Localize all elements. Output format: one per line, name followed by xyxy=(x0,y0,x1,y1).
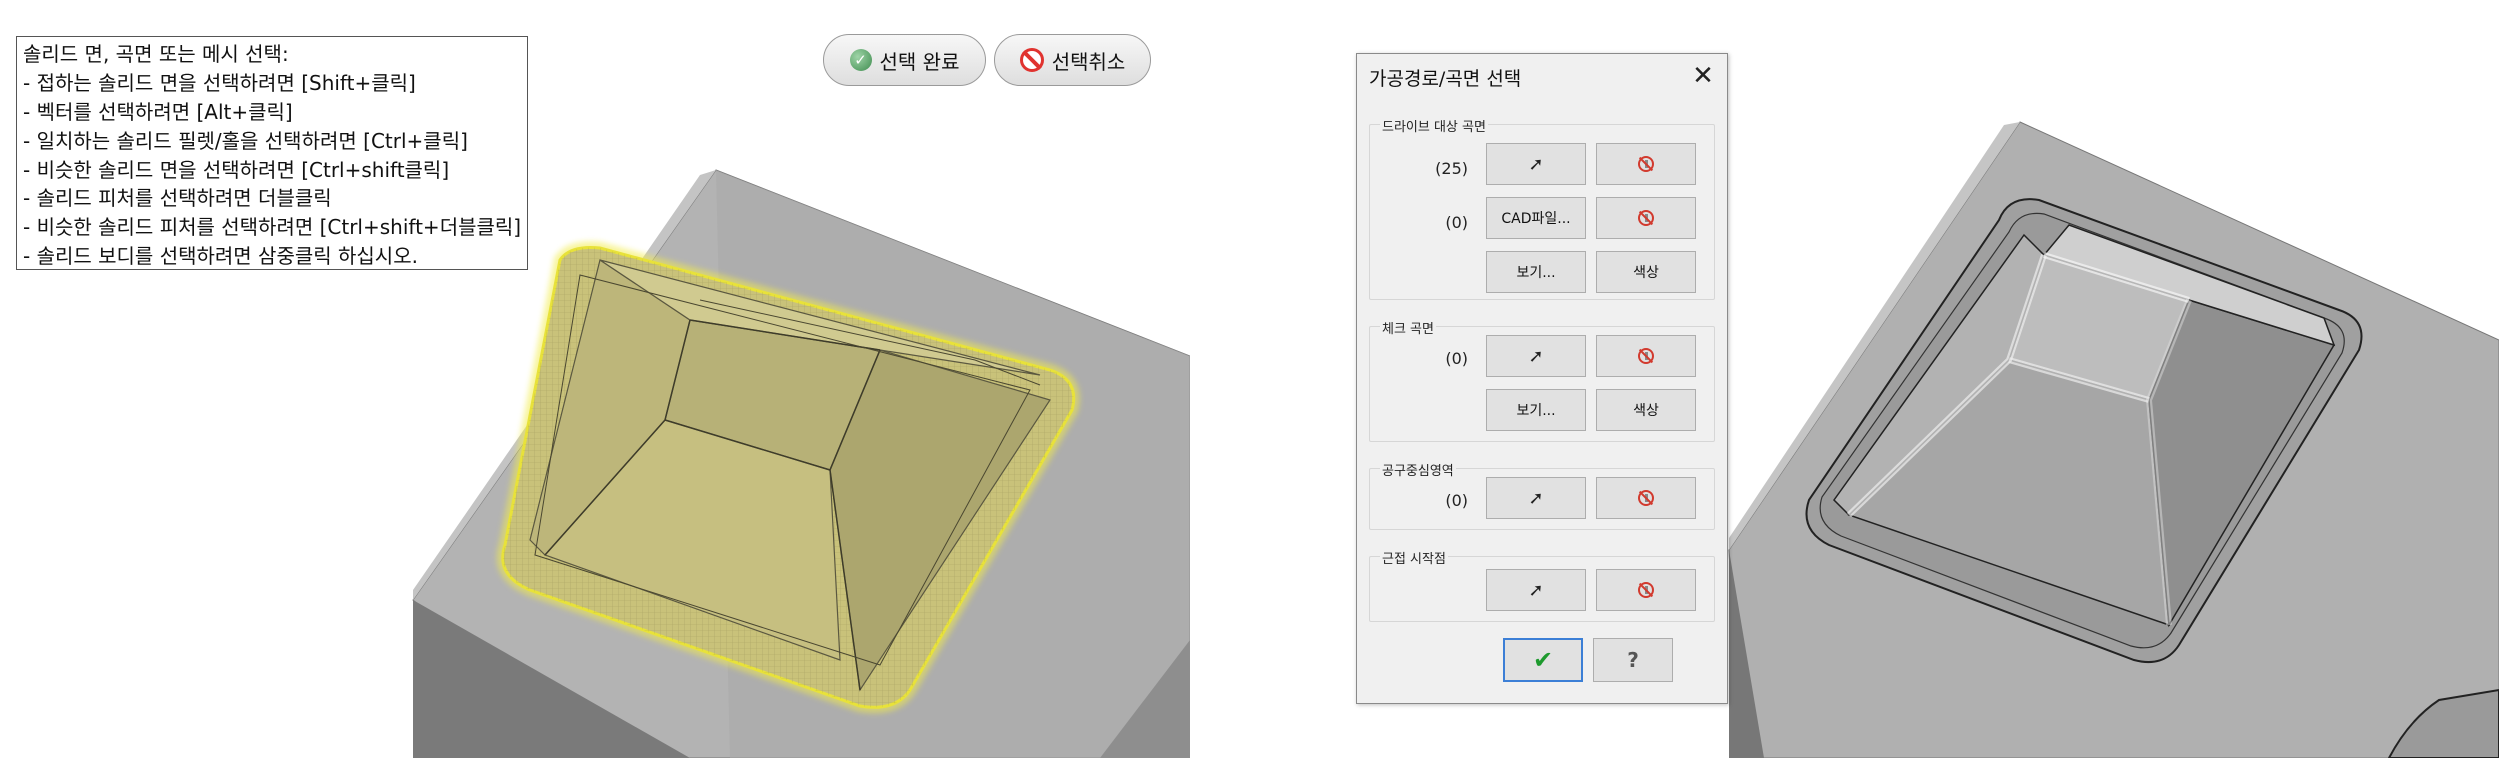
approach-point-label: 근접 시작점 xyxy=(1380,548,1448,567)
check-count: (0) xyxy=(1445,349,1468,368)
instruction-line: - 솔리드 피처를 선택하려면 더블클릭 xyxy=(23,186,332,211)
tool-center-group: 공구중심영역 (0) ➚ xyxy=(1369,460,1715,530)
drive-surfaces-group: 드라이브 대상 곡면 (25) ➚ (0) CAD파일... 보기... 색상 xyxy=(1369,116,1715,300)
no-entry-icon xyxy=(1019,48,1044,72)
check-select-button[interactable]: ➚ xyxy=(1486,335,1586,377)
check-circle-icon: ✓ xyxy=(849,49,872,71)
check-view-label: 보기... xyxy=(1516,403,1556,419)
check-color-label: 색상 xyxy=(1633,403,1659,419)
dialog-title: 가공경로/곡면 선택 xyxy=(1369,68,1522,90)
toolpath-surface-dialog: 가공경로/곡면 선택 ✕ 드라이브 대상 곡면 (25) ➚ (0) CAD파일… xyxy=(1356,53,1728,704)
selection-cancel-label: 선택취소 xyxy=(1051,49,1126,74)
cad-count: (0) xyxy=(1445,213,1468,232)
remove-selection-icon xyxy=(1638,348,1654,364)
cursor-arrow-icon: ➚ xyxy=(1528,487,1544,509)
cursor-arrow-icon: ➚ xyxy=(1528,345,1544,367)
tool-center-select-button[interactable]: ➚ xyxy=(1486,477,1586,519)
tool-center-label: 공구중심영역 xyxy=(1380,460,1456,479)
selection-instructions: 솔리드 면, 곡면 또는 메시 선택: - 접하는 솔리드 면을 선택하려면 [… xyxy=(16,36,528,270)
remove-selection-icon xyxy=(1638,582,1654,598)
cursor-arrow-icon: ➚ xyxy=(1528,153,1544,175)
drive-remove-button[interactable] xyxy=(1596,143,1696,185)
instruction-line: - 솔리드 보디를 선택하려면 삼중클릭 하십시오. xyxy=(23,244,418,269)
selection-done-label: 선택 완료 xyxy=(879,49,960,74)
ok-button[interactable]: ✔ xyxy=(1503,638,1583,682)
tool-center-count: (0) xyxy=(1445,491,1468,510)
approach-remove-button[interactable] xyxy=(1596,569,1696,611)
instruction-line: - 비슷한 솔리드 면을 선택하려면 [Ctrl+shift클릭] xyxy=(23,157,450,182)
instruction-line: - 접하는 솔리드 면을 선택하려면 [Shift+클릭] xyxy=(23,70,416,95)
instruction-line: - 벡터를 선택하려면 [Alt+클릭] xyxy=(23,99,293,124)
cursor-arrow-icon: ➚ xyxy=(1528,579,1544,601)
drive-count: (25) xyxy=(1435,159,1468,178)
drive-view-button[interactable]: 보기... xyxy=(1486,251,1586,293)
cad-file-label: CAD파일... xyxy=(1501,211,1571,227)
drive-color-button[interactable]: 색상 xyxy=(1596,251,1696,293)
close-icon[interactable]: ✕ xyxy=(1687,60,1719,92)
instruction-line: - 일치하는 솔리드 필렛/홀을 선택하려면 [Ctrl+클릭] xyxy=(23,128,468,153)
cad-remove-button[interactable] xyxy=(1596,197,1696,239)
help-button[interactable]: ? xyxy=(1593,638,1673,682)
instruction-line: 솔리드 면, 곡면 또는 메시 선택: xyxy=(23,42,289,66)
drive-select-button[interactable]: ➚ xyxy=(1486,143,1586,185)
check-color-button[interactable]: 색상 xyxy=(1596,389,1696,431)
cad-file-button[interactable]: CAD파일... xyxy=(1486,197,1586,239)
remove-selection-icon xyxy=(1638,156,1654,172)
remove-selection-icon xyxy=(1638,490,1654,506)
help-icon: ? xyxy=(1627,648,1639,672)
drive-view-label: 보기... xyxy=(1516,265,1556,281)
check-remove-button[interactable] xyxy=(1596,335,1696,377)
tool-center-remove-button[interactable] xyxy=(1596,477,1696,519)
remove-selection-icon xyxy=(1638,210,1654,226)
approach-point-group: 근접 시작점 ➚ xyxy=(1369,548,1715,622)
instruction-line: - 비슷한 솔리드 피처를 선택하려면 [Ctrl+shift+더블클릭] xyxy=(23,215,522,240)
drive-surfaces-label: 드라이브 대상 곡면 xyxy=(1380,116,1488,135)
check-surfaces-label: 체크 곡면 xyxy=(1380,318,1436,337)
approach-select-button[interactable]: ➚ xyxy=(1486,569,1586,611)
drive-color-label: 색상 xyxy=(1633,265,1659,281)
check-view-button[interactable]: 보기... xyxy=(1486,389,1586,431)
selection-cancel-button[interactable]: 선택취소 xyxy=(994,34,1151,86)
check-surfaces-group: 체크 곡면 (0) ➚ 보기... 색상 xyxy=(1369,318,1715,442)
dialog-title-bar[interactable]: 가공경로/곡면 선택 ✕ xyxy=(1357,54,1727,98)
selection-done-button[interactable]: ✓ 선택 완료 xyxy=(823,34,986,86)
checkmark-icon: ✔ xyxy=(1532,646,1554,674)
